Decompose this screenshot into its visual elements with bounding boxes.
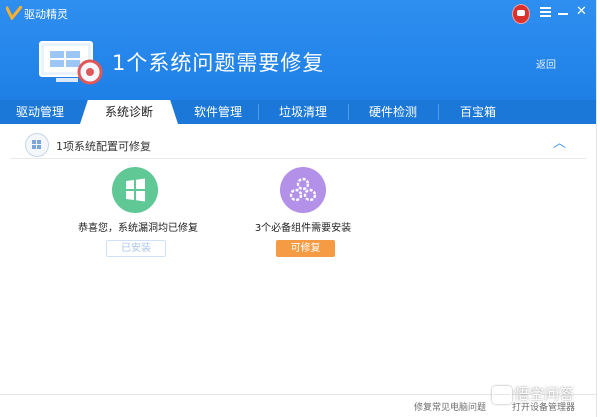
title-bar: 驱动精灵 ✕ [0, 0, 596, 26]
monitor-repair-icon [39, 41, 103, 85]
components-status-text: 3个必备组件需要安装 [254, 223, 352, 234]
section-header: 1项系统配置可修复 ︿ [10, 126, 586, 159]
chevron-up-icon[interactable]: ︿ [553, 132, 566, 151]
fix-button[interactable]: 可修复 [276, 240, 335, 257]
page-headline: 1个系统问题需要修复 [112, 51, 325, 75]
windows-shield-icon [112, 167, 158, 213]
tab-hardware-detection[interactable]: 硬件检测 [348, 100, 438, 124]
back-link[interactable]: 返回 [536, 56, 556, 71]
system-config-icon [25, 133, 49, 157]
driver-genius-window: 驱动精灵 ✕ 1个系统问题需要修复 返回 驱动管理 系统诊断 软件管理 垃圾清理… [0, 0, 597, 417]
driver-genius-logo-icon [6, 6, 22, 20]
tab-system-diagnosis[interactable]: 系统诊断 [80, 100, 178, 124]
tab-toolbox[interactable]: 百宝箱 [438, 100, 518, 124]
tab-software-management[interactable]: 软件管理 [178, 100, 258, 124]
fix-common-problems-link[interactable]: 修复常见电脑问题 [414, 400, 486, 413]
tab-driver-management[interactable]: 驱动管理 [0, 100, 80, 124]
user-avatar[interactable] [512, 4, 530, 24]
header: 驱动精灵 ✕ 1个系统问题需要修复 返回 [0, 0, 596, 100]
installed-button: 已安装 [106, 240, 166, 257]
section-title: 1项系统配置可修复 [56, 140, 151, 153]
watermark-text: 悟空问答 [514, 385, 575, 403]
tab-junk-cleanup[interactable]: 垃圾清理 [258, 100, 348, 124]
chat-bubble-icon [492, 385, 512, 404]
main-tabs: 驱动管理 系统诊断 软件管理 垃圾清理 硬件检测 百宝箱 [0, 100, 596, 124]
gears-icon [280, 167, 326, 213]
close-icon[interactable]: ✕ [576, 5, 587, 19]
menu-icon[interactable] [540, 7, 551, 18]
minimize-icon[interactable] [558, 13, 568, 15]
app-title: 驱动精灵 [24, 8, 68, 21]
wukong-watermark: 悟空问答 [492, 383, 574, 404]
vulnerability-status-text: 恭喜您，系统漏洞均已修复 [78, 223, 198, 234]
